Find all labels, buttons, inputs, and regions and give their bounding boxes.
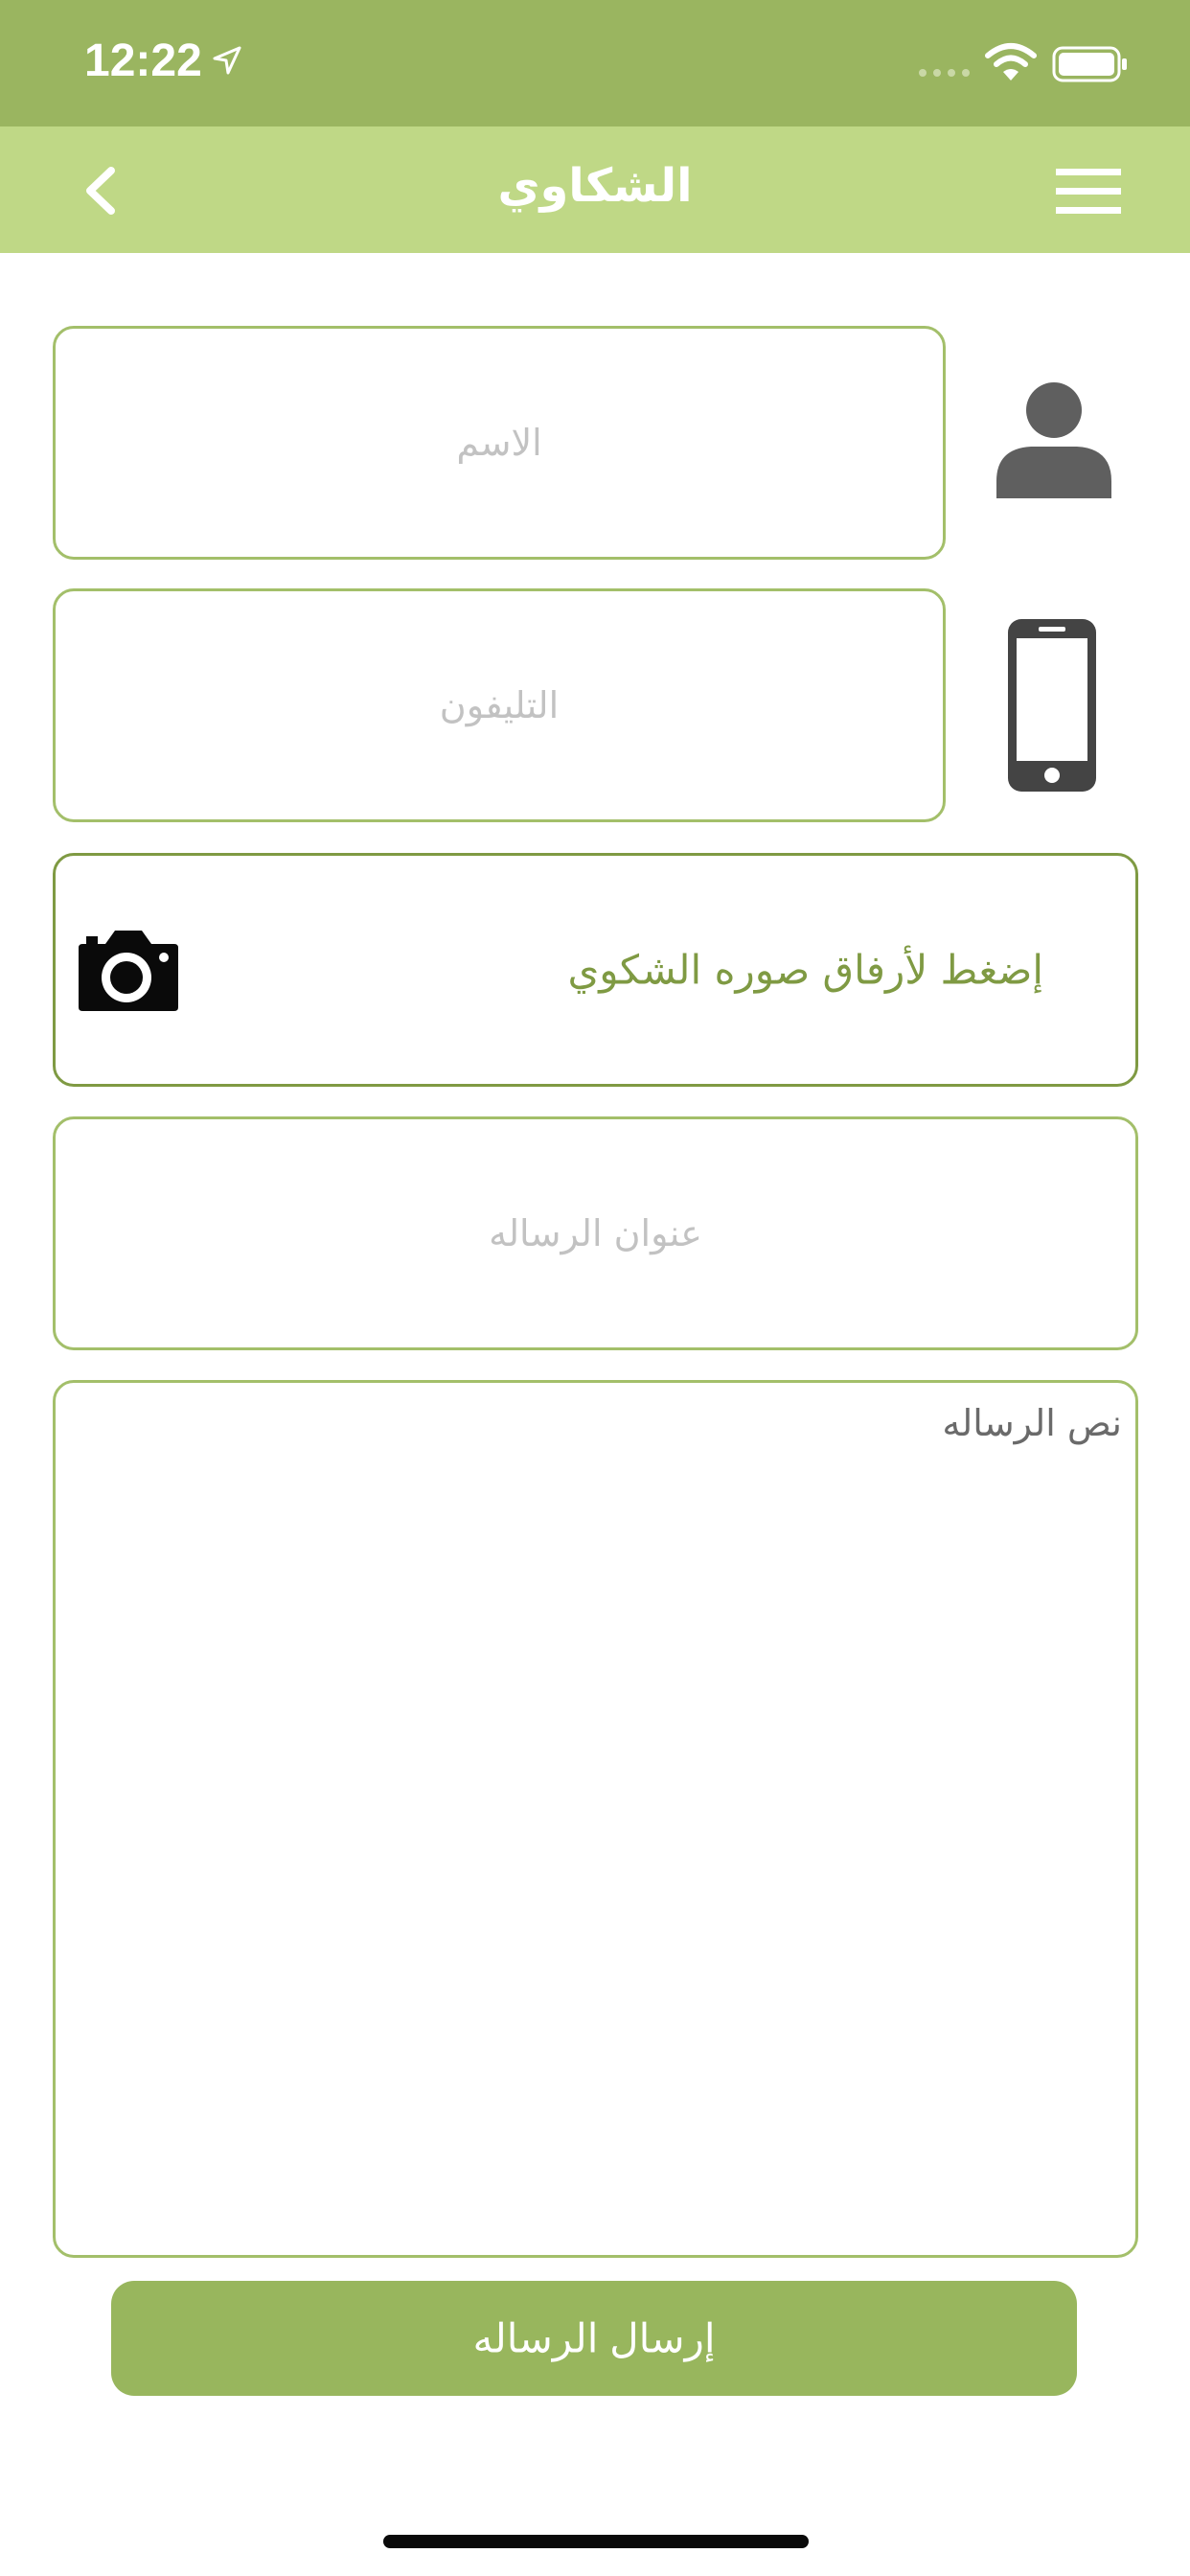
nav-bar: الشكاوي bbox=[0, 126, 1190, 253]
phone-field[interactable]: التليفون bbox=[53, 588, 946, 822]
wifi-icon bbox=[985, 43, 1037, 80]
camera-icon bbox=[79, 931, 178, 1011]
battery-icon bbox=[1052, 46, 1127, 82]
person-icon bbox=[996, 382, 1111, 498]
phone-placeholder: التليفون bbox=[439, 684, 560, 726]
send-message-label: إرسال الرساله bbox=[472, 2315, 716, 2361]
subject-field[interactable]: عنوان الرساله bbox=[53, 1116, 1138, 1350]
status-time: 12:22 bbox=[84, 35, 202, 86]
message-textarea[interactable]: نص الرساله bbox=[53, 1380, 1138, 2258]
attach-photo-button[interactable]: إضغط لأرفاق صوره الشكوي bbox=[53, 853, 1138, 1087]
signal-icon bbox=[919, 69, 970, 77]
home-indicator[interactable] bbox=[383, 2535, 809, 2548]
menu-button[interactable] bbox=[1054, 165, 1123, 217]
attach-photo-label: إضغط لأرفاق صوره الشكوي bbox=[567, 946, 1043, 994]
status-bar: 12:22 bbox=[0, 0, 1190, 126]
location-arrow-icon bbox=[213, 46, 241, 75]
page-title: الشكاوي bbox=[497, 159, 693, 213]
name-field[interactable]: الاسم bbox=[53, 326, 946, 560]
message-placeholder: نص الرساله bbox=[942, 1402, 1122, 1444]
hamburger-menu-icon bbox=[1056, 169, 1121, 214]
subject-placeholder: عنوان الرساله bbox=[489, 1212, 702, 1254]
smartphone-icon bbox=[1008, 619, 1096, 792]
send-message-button[interactable]: إرسال الرساله bbox=[111, 2281, 1077, 2396]
name-placeholder: الاسم bbox=[456, 422, 542, 464]
